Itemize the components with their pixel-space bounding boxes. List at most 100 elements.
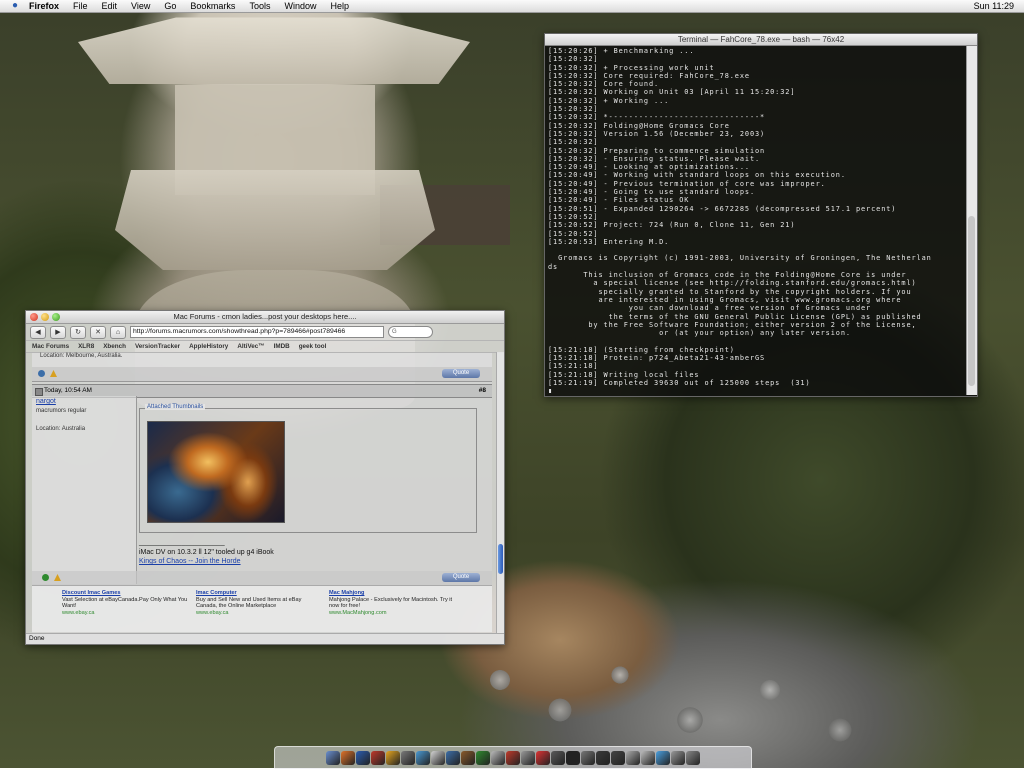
apple-menu-icon[interactable]: ●: [8, 0, 22, 12]
dock-app-icon[interactable]: [506, 751, 520, 765]
menu-go[interactable]: Go: [157, 0, 183, 12]
navigation-toolbar: ◀ ▶ ↻ ✕ ⌂ http://forums.macrumors.com/sh…: [26, 324, 504, 341]
terminal-line: [15:20:32] Core required: FahCore_78.exe: [548, 71, 750, 80]
terminal-line: [15:20:53] Entering M.D.: [548, 237, 670, 246]
terminal-scrollbar[interactable]: [966, 46, 977, 395]
menu-file[interactable]: File: [66, 0, 95, 12]
stop-button[interactable]: ✕: [90, 325, 106, 339]
terminal-output[interactable]: [15:20:26] + Benchmarking ... [15:20:32][…: [548, 47, 962, 393]
close-button[interactable]: [30, 313, 38, 321]
terminal-line: [15:21:18] (Starting from checkpoint): [548, 345, 735, 354]
menu-window[interactable]: Window: [277, 0, 323, 12]
dock-app-icon[interactable]: [386, 751, 400, 765]
dock-app-icon[interactable]: [626, 751, 640, 765]
post-number[interactable]: #8: [479, 385, 486, 397]
zoom-button[interactable]: [52, 313, 60, 321]
ad-item[interactable]: Mac Mahjong Mahjong Palace - Exclusively…: [329, 590, 457, 616]
dock-app-icon[interactable]: [656, 751, 670, 765]
ad-item[interactable]: Discount Imac Games Vast Selection at eB…: [62, 590, 190, 616]
home-button[interactable]: ⌂: [110, 325, 126, 339]
terminal-line: you can download a free version of Groma…: [548, 304, 872, 313]
post-user-panel: nargot macrumors regular Location: Austr…: [32, 396, 137, 584]
dock-app-icon[interactable]: [416, 751, 430, 765]
dock-app-icon[interactable]: [476, 751, 490, 765]
quote-button[interactable]: Quote: [442, 369, 480, 378]
terminal-window[interactable]: Terminal — FahCore_78.exe — bash — 76x42…: [544, 33, 978, 397]
dock-app-icon[interactable]: [566, 751, 580, 765]
page-scroll-thumb[interactable]: [498, 544, 503, 574]
window-controls: [30, 313, 60, 321]
browser-title-bar[interactable]: Mac Forums - cmon ladies...post your des…: [26, 311, 504, 324]
post-user-title: macrumors regular: [36, 408, 87, 414]
signature-link[interactable]: Kings of Chaos -- Join the Horde: [139, 558, 241, 565]
menu-bar: ● Firefox File Edit View Go Bookmarks To…: [0, 0, 1024, 13]
menu-tools[interactable]: Tools: [242, 0, 277, 12]
back-button[interactable]: ◀: [30, 325, 46, 339]
report-icon[interactable]: [38, 370, 45, 377]
ad-description: Mahjong Palace - Exclusively for Macinto…: [329, 596, 453, 610]
dock-app-icon[interactable]: [551, 751, 565, 765]
terminal-line: ▮: [548, 387, 554, 393]
terminal-line: [15:20:52]: [548, 229, 599, 238]
menu-view[interactable]: View: [124, 0, 157, 12]
dock-app-icon[interactable]: [521, 751, 535, 765]
ad-title[interactable]: Discount Imac Games: [62, 590, 190, 597]
menubar-clock[interactable]: Sun 11:29: [974, 0, 1014, 12]
menu-help[interactable]: Help: [323, 0, 356, 12]
signature-text: iMac DV on 10.3.2 ll 12" tooled up g4 iB…: [139, 549, 274, 556]
terminal-line: specially granted to Stanford by the cop…: [548, 287, 912, 296]
dock-app-icon[interactable]: [446, 751, 460, 765]
menu-bookmarks[interactable]: Bookmarks: [183, 0, 242, 12]
ad-url[interactable]: www.ebay.ca: [62, 610, 190, 617]
dock-app-icon[interactable]: [461, 751, 475, 765]
menu-edit[interactable]: Edit: [95, 0, 125, 12]
quote-button[interactable]: Quote: [442, 573, 480, 582]
terminal-line: [15:20:49] - Files status OK: [548, 196, 690, 205]
ad-item[interactable]: Imac Computer Buy and Sell New and Used …: [196, 590, 324, 616]
bookmark-geek-tool[interactable]: geek tool: [299, 343, 327, 350]
attached-thumbnail-image[interactable]: [147, 421, 285, 523]
dock-app-icon[interactable]: [671, 751, 685, 765]
dock-app-icon[interactable]: [371, 751, 385, 765]
ad-title[interactable]: Mac Mahjong: [329, 590, 457, 597]
bookmark-versiontracker[interactable]: VersionTracker: [135, 343, 180, 350]
reload-button[interactable]: ↻: [70, 325, 86, 339]
terminal-title-bar[interactable]: Terminal — FahCore_78.exe — bash — 76x42: [545, 34, 977, 46]
post-user-location: Location: Australia: [36, 426, 86, 432]
dock-app-icon[interactable]: [611, 751, 625, 765]
terminal-line: [15:20:51] - Expanded 1290264 -> 6672285…: [548, 204, 897, 213]
dock-app-icon[interactable]: [596, 751, 610, 765]
ad-url[interactable]: www.ebay.ca: [196, 610, 324, 617]
bookmark-applehistory[interactable]: AppleHistory: [189, 343, 228, 350]
dock-app-icon[interactable]: [341, 751, 355, 765]
forward-button[interactable]: ▶: [50, 325, 66, 339]
dock-app-icon[interactable]: [581, 751, 595, 765]
ad-url[interactable]: www.MacMahjong.com: [329, 610, 457, 617]
terminal-scroll-thumb[interactable]: [968, 216, 975, 386]
url-field[interactable]: http://forums.macrumors.com/showthread.p…: [130, 326, 384, 338]
status-bar: Done: [26, 633, 504, 644]
warning-icon[interactable]: [50, 370, 57, 377]
search-field[interactable]: G: [388, 326, 433, 338]
dock-app-icon[interactable]: [491, 751, 505, 765]
ad-title[interactable]: Imac Computer: [196, 590, 324, 597]
dock-app-icon[interactable]: [686, 751, 700, 765]
dock-app-icon[interactable]: [401, 751, 415, 765]
dock-app-icon[interactable]: [641, 751, 655, 765]
ad-description: Buy and Sell New and Used Items at eBay …: [196, 596, 302, 610]
menu-app-name[interactable]: Firefox: [22, 0, 66, 12]
dock-app-icon[interactable]: [326, 751, 340, 765]
bookmark-altivec[interactable]: AltiVec™: [237, 343, 264, 350]
minimize-button[interactable]: [41, 313, 49, 321]
bookmark-imdb[interactable]: IMDB: [274, 343, 290, 350]
warning-icon[interactable]: [54, 574, 61, 581]
dock-app-icon[interactable]: [431, 751, 445, 765]
browser-window[interactable]: Mac Forums - cmon ladies...post your des…: [25, 310, 505, 645]
online-status-icon: [42, 574, 49, 581]
terminal-line: [15:20:32] Folding@Home Gromacs Core: [548, 121, 730, 130]
page-content[interactable]: Location: Melbourne, Australia. Quote To…: [32, 353, 492, 633]
post-username[interactable]: nargot: [36, 398, 56, 405]
dock-app-icon[interactable]: [536, 751, 550, 765]
dock-app-icon[interactable]: [356, 751, 370, 765]
page-scrollbar[interactable]: [496, 352, 504, 634]
